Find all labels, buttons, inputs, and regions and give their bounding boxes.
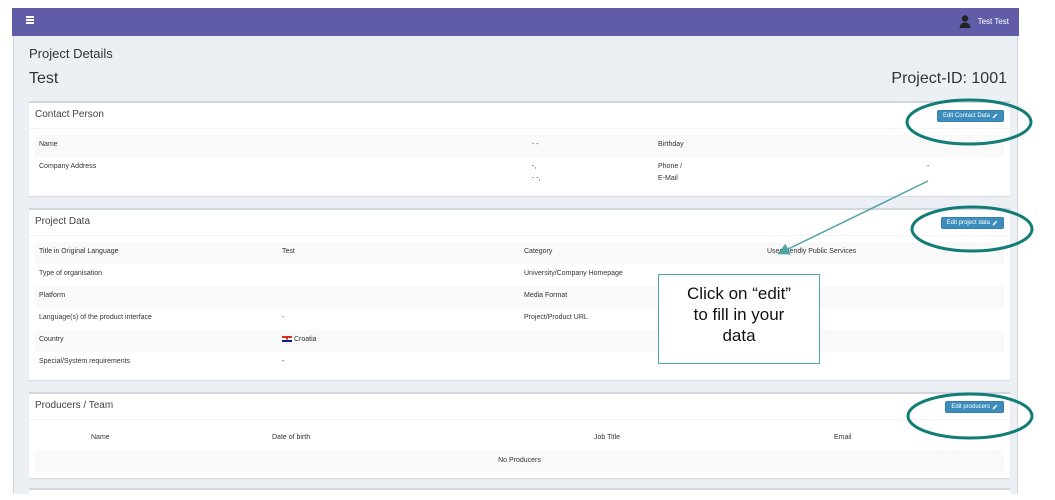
empty-table-row: No Producers [35,450,1004,472]
column-header-job-title: Job Title [594,434,621,441]
pencil-icon [992,220,998,226]
name-label: Name [39,141,58,148]
row-label: Country [39,336,64,343]
country-value: Croatia [294,336,317,343]
row-label: Language(s) of the product interface [39,314,152,321]
user-menu[interactable]: Test Test [958,14,1009,28]
row-label: Type of organisation [39,270,103,277]
edit-producers-button[interactable]: Edit producers [945,401,1004,413]
annotation-callout: Click on “edit” to fill in your data [658,274,820,364]
column-header-email: Email [834,434,852,441]
pencil-icon [992,404,998,410]
callout-line-3: data [722,326,756,345]
croatia-flag-icon [282,336,292,342]
contact-person-title: Contact Person [35,109,104,120]
producers-team-box: Producers / Team Edit producers Name Dat… [29,392,1010,478]
row-value: - [282,358,285,365]
callout-line-1: Click on “edit” [687,284,791,303]
email-label: E-Mail [658,175,678,182]
producers-team-title: Producers / Team [35,400,114,411]
row-label: Special/System requirements [39,358,131,365]
row-value: Croatia [282,336,317,343]
row-label: Platform [39,292,66,299]
edit-producers-label: Edit producers [951,404,990,410]
content-wrapper: Project Details Test Project-ID: 1001 Co… [13,36,1018,498]
company-address-label: Company Address [39,163,97,170]
hamburger-icon[interactable] [26,16,34,24]
address-line-2: - -, [532,175,541,182]
row-value: Test [282,248,295,255]
project-row: Language(s) of the product interface - P… [35,308,1004,330]
edit-contact-data-label: Edit Contact Data [942,113,990,119]
project-row: Platform Media Format [35,286,1004,308]
top-navbar: Test Test [12,8,1019,36]
page-title: Project Details [29,46,113,61]
project-row: Country Croatia [35,330,1004,352]
no-producers-text: No Producers [498,457,541,464]
project-row: Type of organisation University/Company … [35,264,1004,286]
row-label-2: Project/Product URL [524,314,588,321]
birthday-label: Birthday [658,141,684,148]
project-data-box: Project Data Edit project data Title in … [29,208,1010,380]
phone-label: Phone / [658,163,683,170]
pencil-icon [992,113,998,119]
project-row: Title in Original Language Test Category… [35,242,1004,264]
project-row: Special/System requirements - [35,352,1004,374]
contact-row-name: Name - - Birthday [35,135,1004,157]
edit-contact-data-button[interactable]: Edit Contact Data [936,110,1004,122]
phone-value: - [927,163,930,170]
row-label-2: Media Format [524,292,568,299]
project-name: Test [29,70,59,87]
address-line-1: -, [532,163,537,170]
user-name: Test Test [977,16,1009,26]
user-avatar-icon [959,15,971,28]
contact-row-address: Company Address -, - -, Phone / E-Mail - [35,157,1004,191]
row-label: Title in Original Language [39,248,119,255]
row-value-2: User friendly Public Services [767,248,857,255]
row-label-2: University/Company Homepage [524,270,623,277]
column-header-date-of-birth: Date of birth [272,434,311,441]
project-id: Project-ID: 1001 [891,70,1007,87]
edit-project-data-button[interactable]: Edit project data [940,217,1004,229]
column-header-name: Name [91,434,110,441]
edit-project-data-label: Edit project data [946,220,990,226]
row-value: - [282,314,285,321]
row-label-2: Category [524,248,553,255]
producers-table: Name Date of birth Job Title Email No Pr… [29,422,1010,480]
next-box-edge [29,488,1010,498]
contact-person-box: Contact Person Edit Contact Data Name - … [29,101,1010,196]
callout-line-2: to fill in your [693,305,785,324]
name-value: - - [532,141,539,148]
project-data-title: Project Data [35,216,91,227]
